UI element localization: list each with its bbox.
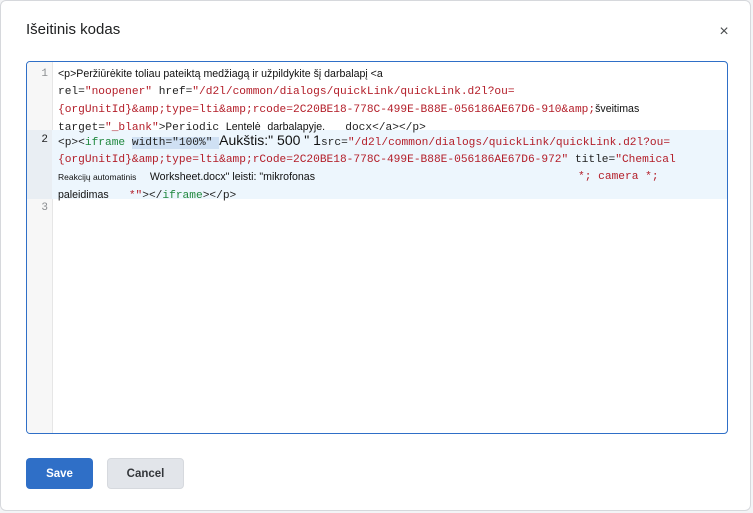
attr-value: "/d2l/common/dialogs/quickLink/quickLink… <box>347 137 671 149</box>
code-line-1[interactable]: <p>Peržiūrėkite toliau pateiktą medžiagą… <box>58 66 721 137</box>
line-number: 3 <box>41 202 48 214</box>
code-editor[interactable]: 1 2 3 <p>Peržiūrėkite toliau pateiktą me… <box>26 61 728 434</box>
code-text: ></ <box>142 190 163 202</box>
code-text: ></p> <box>202 190 237 202</box>
code-row: rel="noopener" href="/d2l/common/dialogs… <box>58 84 721 101</box>
attr-value: "noopener" <box>84 86 152 98</box>
attr-name: src= <box>320 137 348 149</box>
close-icon[interactable]: × <box>711 19 737 45</box>
attr-value: *" <box>128 190 143 202</box>
code-row: {orgUnitId}&amp;type=lti&amp;rcode=2C20B… <box>58 101 721 119</box>
attr-width: width="100%" <box>131 137 213 149</box>
code-text: Aukštis:" 500 " 1 <box>219 132 321 148</box>
code-text: paleidimas <box>58 189 109 201</box>
code-row: {orgUnitId}&amp;type=lti&amp;rCode=2C20B… <box>58 152 721 169</box>
code-row: paleidimas *"></iframe></p> <box>58 187 721 205</box>
save-button[interactable]: Save <box>26 458 93 489</box>
tag-name: iframe <box>162 190 203 202</box>
line-number: 2 <box>41 134 48 146</box>
code-row: <p>Peržiūrėkite toliau pateiktą medžiagą… <box>58 66 721 84</box>
dialog-title: Išeitinis kodas <box>26 21 121 38</box>
tag-name: iframe <box>84 137 126 149</box>
attr-value: {orgUnitId}&amp;type=lti&amp;rcode=2C20B… <box>58 104 596 116</box>
code-text: šveitimas <box>595 103 640 115</box>
attr-value: "Chemical <box>615 154 676 166</box>
attr-name: rel= <box>58 86 85 98</box>
attr-name: href= <box>152 86 193 98</box>
code-text: <p>< <box>58 137 85 149</box>
code-text: <p>Peržiūrėkite toliau pateiktą medžiagą… <box>58 68 383 80</box>
attr-value: "/d2l/common/dialogs/quickLink/quickLink… <box>192 86 515 98</box>
attr-value: *; camera *; <box>578 171 659 183</box>
cancel-button[interactable]: Cancel <box>107 458 184 489</box>
source-code-dialog: Išeitinis kodas × 1 2 3 <p>Peržiūrėkite … <box>0 0 751 511</box>
code-text: Worksheet.docx" leisti: "mikrofonas <box>149 171 315 183</box>
line-number: 1 <box>41 68 48 80</box>
attr-name: title= <box>568 154 616 166</box>
code-row: <p><iframe width="100%" Aukštis:" 500 " … <box>58 132 721 152</box>
selected-text: width="100%" <box>131 137 220 149</box>
code-row: Reakcijų automatinis Worksheet.docx" lei… <box>58 169 721 187</box>
attr-value: {orgUnitId}&amp;type=lti&amp;rCode=2C20B… <box>58 154 569 166</box>
code-text: Reakcijų automatinis <box>58 172 137 182</box>
code-line-2[interactable]: <p><iframe width="100%" Aukštis:" 500 " … <box>58 132 721 205</box>
line-number-gutter <box>27 62 53 433</box>
